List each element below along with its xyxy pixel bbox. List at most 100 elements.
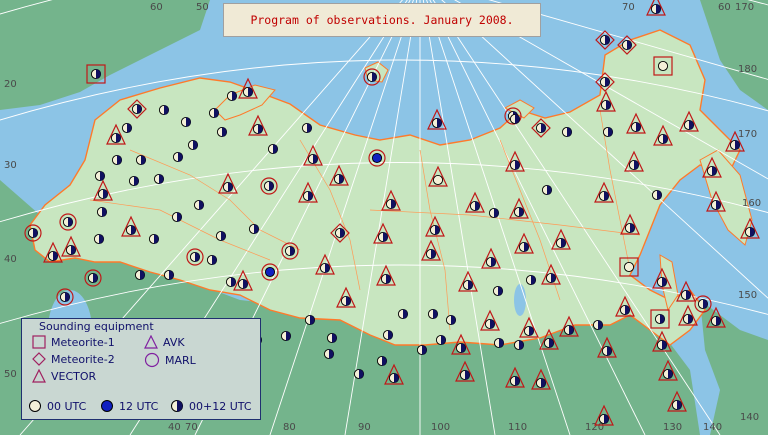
grid-label: 140 (703, 422, 722, 433)
grid-label: 120 (585, 422, 604, 433)
station-marker (248, 223, 260, 235)
circle-icon (144, 352, 160, 368)
station-marker (163, 269, 175, 281)
grid-label: 70 (185, 422, 198, 433)
legend-avk: AVK (144, 335, 185, 349)
station-marker (208, 107, 220, 119)
legend-00utc-label: 00 UTC (47, 399, 87, 413)
grid-label: 140 (740, 412, 759, 423)
station-marker (225, 276, 237, 288)
map-title: Program of observations. January 2008. (250, 13, 514, 27)
station-marker (326, 332, 338, 344)
station-marker (445, 314, 457, 326)
grid-label: 30 (4, 160, 17, 171)
empty-circle-icon (29, 400, 41, 412)
station-marker (93, 233, 105, 245)
station-marker (193, 199, 205, 211)
grid-label: 60 (718, 2, 731, 13)
filled-circle-icon (101, 400, 113, 412)
station-marker (180, 116, 192, 128)
legend-title: Sounding equipment (39, 320, 154, 333)
lake-baikal (514, 284, 526, 316)
station-marker (416, 344, 428, 356)
triangle-icon (144, 335, 158, 349)
map-title-box: Program of observations. January 2008. (223, 3, 541, 37)
station-marker (353, 368, 365, 380)
observation-map: 60 50 70 60 170 20 30 40 50 40 70 80 90 100 110 120 130 1… (0, 0, 768, 435)
grid-label: 60 (150, 2, 163, 13)
station-marker (206, 254, 218, 266)
station-dot-icon (657, 60, 669, 72)
legend-meteorite2: Meteorite-2 (32, 352, 115, 366)
half-circle-icon (171, 400, 183, 412)
grid-label: 80 (283, 422, 296, 433)
diamond-icon (32, 352, 46, 366)
station-marker (323, 348, 335, 360)
station-marker (651, 189, 663, 201)
station-marker (397, 308, 409, 320)
triangle-icon (32, 369, 46, 383)
station-marker (301, 122, 313, 134)
station-marker (148, 233, 160, 245)
station-marker (435, 334, 447, 346)
station-dot-icon (432, 174, 444, 186)
legend-vector-label: VECTOR (51, 369, 97, 383)
grid-label: 150 (738, 290, 757, 301)
station-marker (592, 319, 604, 331)
grid-label: 170 (738, 129, 757, 140)
grid-label: 100 (431, 422, 450, 433)
station-dot-icon (623, 261, 635, 273)
station-marker (304, 314, 316, 326)
station-marker (226, 90, 238, 102)
station-marker (135, 154, 147, 166)
station-marker (111, 154, 123, 166)
station-marker (94, 170, 106, 182)
square-icon (32, 335, 46, 349)
station-marker (513, 339, 525, 351)
legend-meteorite1: Meteorite-1 (32, 335, 115, 349)
legend-0012utc-label: 00+12 UTC (189, 399, 252, 413)
legend-vector: VECTOR (32, 369, 96, 383)
grid-label: 160 (742, 198, 761, 209)
grid-label: 40 (4, 254, 17, 265)
station-marker (509, 113, 521, 125)
legend-marl-label: MARL (165, 353, 196, 367)
station-marker (158, 104, 170, 116)
station-marker (602, 126, 614, 138)
legend-0012utc: 00+12 UTC (170, 399, 252, 413)
legend-marl: MARL (144, 352, 196, 368)
grid-label: 40 (168, 422, 181, 433)
legend: Sounding equipment Meteorite-1 Meteorite… (21, 318, 261, 420)
station-marker (382, 329, 394, 341)
grid-label: 130 (663, 422, 682, 433)
station-marker (187, 139, 199, 151)
station-marker (488, 207, 500, 219)
station-marker (267, 143, 279, 155)
grid-label: 180 (738, 64, 757, 75)
station-marker (525, 274, 537, 286)
grid-label: 20 (4, 79, 17, 90)
legend-12utc-label: 12 UTC (119, 399, 159, 413)
grid-label: 170 (735, 2, 754, 13)
station-marker (121, 122, 133, 134)
station-dot-icon (371, 152, 383, 164)
station-marker (493, 337, 505, 349)
legend-00utc: 00 UTC (28, 399, 86, 413)
station-marker (561, 126, 573, 138)
grid-label: 50 (4, 369, 17, 380)
grid-label: 70 (622, 2, 635, 13)
station-marker (153, 173, 165, 185)
station-marker (376, 355, 388, 367)
grid-label: 90 (358, 422, 371, 433)
station-marker (216, 126, 228, 138)
station-marker (215, 230, 227, 242)
station-marker (492, 285, 504, 297)
station-marker (427, 308, 439, 320)
legend-avk-label: AVK (163, 335, 185, 349)
station-marker (96, 206, 108, 218)
grid-label: 110 (508, 422, 527, 433)
station-marker (172, 151, 184, 163)
grid-label: 50 (196, 2, 209, 13)
station-dot-icon (264, 266, 276, 278)
legend-12utc: 12 UTC (100, 399, 158, 413)
